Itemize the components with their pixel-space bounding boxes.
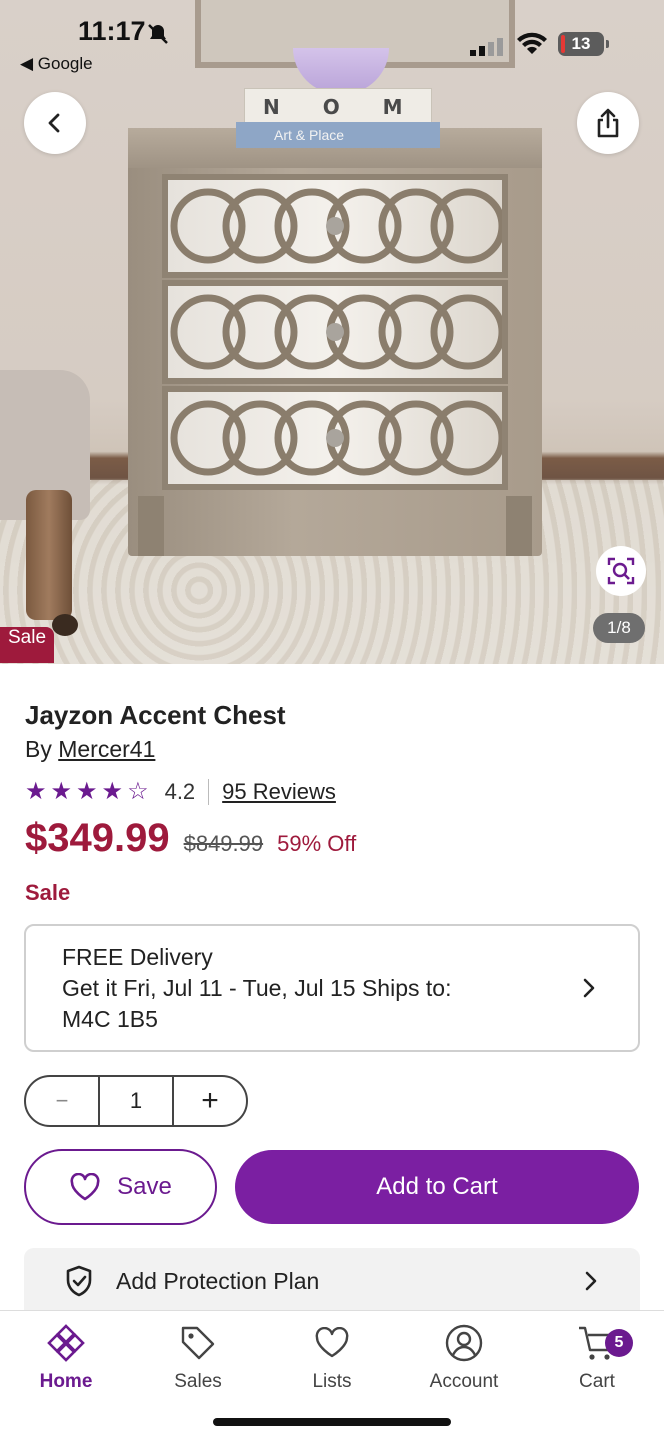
original-price: $849.99 [183,831,264,856]
drawer-top [162,174,508,278]
protection-plan-label: Add Protection Plan [116,1267,320,1294]
share-button[interactable] [577,92,639,154]
star-filled-icon: ★ [25,778,47,805]
drawer-middle [162,280,508,384]
quantity-decrease-button[interactable]: − [26,1077,98,1125]
price-row: $349.99 $849.99 59% Off [25,816,356,861]
heart-icon [315,1327,349,1358]
quantity-value[interactable]: 1 [98,1077,174,1125]
discount-badge: 59% Off [277,831,357,856]
brand-line: By Mercer41 [25,736,155,763]
star-filled-icon: ★ [76,778,98,805]
sale-label: Sale [25,880,71,905]
star-filled-icon: ★ [101,778,124,805]
product-page: N O M A Art & Place 11:17 ◀ Google 13 [0,0,664,1440]
chair-leg [26,490,72,620]
by-prefix: By [25,736,52,762]
status-bar: 11:17 ◀ Google 13 [0,0,664,80]
save-label: Save [117,1173,172,1200]
nav-cart[interactable]: Cart 5 [547,1321,647,1393]
delivery-postal-code: M4C 1B5 [62,1006,158,1032]
delivery-card[interactable]: FREE Delivery Get it Fri, Jul 11 - Tue, … [24,924,640,1052]
star-filled-icon: ★ [50,778,73,805]
nav-sales[interactable]: Sales [148,1321,248,1393]
shield-check-icon [66,1265,92,1297]
product-title: Jayzon Accent Chest [25,700,286,730]
visual-search-button[interactable] [596,546,646,596]
sale-tag: Sale [0,627,55,663]
decor-book-title: Art & Place [236,122,440,148]
save-button[interactable]: Save [24,1149,217,1225]
chevron-right-icon [583,978,595,998]
image-counter: 1/8 [593,613,645,643]
tag-icon [181,1326,215,1360]
product-image[interactable]: N O M A Art & Place 11:17 ◀ Google 13 [0,0,664,664]
nav-home[interactable]: Home [16,1321,116,1393]
divider [208,779,210,805]
nav-lists-label: Lists [312,1371,352,1392]
silent-bell-icon [146,22,170,52]
share-icon [597,108,619,138]
chest-illustration [128,128,542,556]
drawer-bottom [162,386,508,490]
heart-icon [70,1173,100,1201]
brand-link[interactable]: Mercer41 [58,736,155,762]
image-search-icon [607,557,635,585]
chair-wheel [52,614,78,636]
home-indicator[interactable] [213,1418,451,1426]
rating-row: ★ ★ ★ ★ ☆ 4.2 95 Reviews [25,776,336,808]
delivery-free-text: FREE Delivery [62,944,213,970]
battery-icon: 13 [558,32,609,56]
nav-lists[interactable]: Lists [282,1321,382,1393]
status-time: 11:17 [78,16,146,46]
cart-count-badge: 5 [605,1329,633,1357]
nav-account-label: Account [429,1371,499,1392]
home-icon [47,1324,85,1362]
quantity-increase-button[interactable]: + [174,1077,246,1125]
nav-home-label: Home [39,1371,93,1392]
nav-cart-label: Cart [579,1371,615,1392]
rating-stars: ★ ★ ★ ★ ☆ [25,780,149,804]
quantity-stepper: − 1 + [24,1075,248,1127]
back-to-google[interactable]: ◀ Google [20,54,93,74]
back-button[interactable] [24,92,86,154]
decor-book: N O M A [244,88,432,143]
delivery-date-text: Get it Fri, Jul 11 - Tue, Jul 15 Ships t… [62,975,452,1001]
account-icon [445,1324,483,1362]
signal-icon [470,38,504,61]
wifi-icon [516,30,548,61]
rating-value: 4.2 [164,779,196,804]
chevron-right-icon [585,1271,597,1291]
nav-account[interactable]: Account [414,1321,514,1393]
current-price: $349.99 [25,816,170,860]
chevron-left-icon [48,113,60,133]
protection-plan-row[interactable]: Add Protection Plan [24,1248,640,1314]
reviews-link[interactable]: 95 Reviews [222,779,336,805]
nav-sales-label: Sales [174,1371,222,1392]
add-to-cart-button[interactable]: Add to Cart [235,1150,639,1224]
star-empty-icon: ☆ [127,778,149,805]
